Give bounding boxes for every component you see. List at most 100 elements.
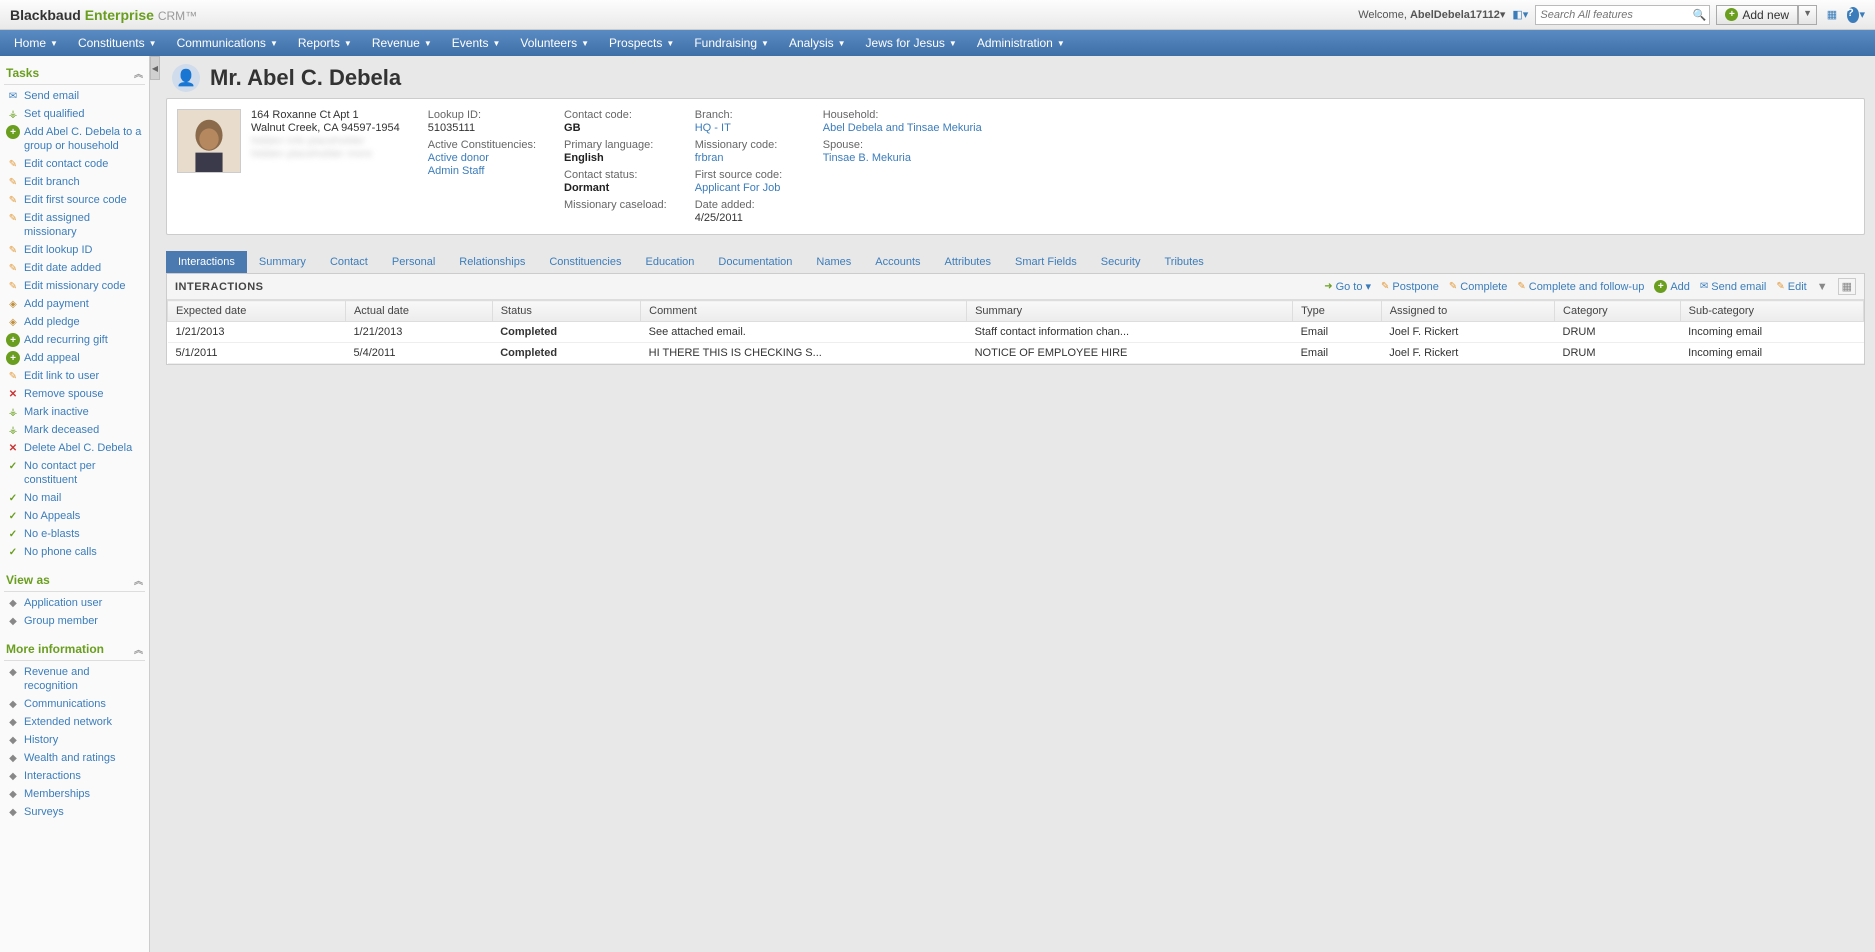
- constituency-link[interactable]: Active donor: [428, 152, 536, 164]
- sidebar-item[interactable]: ◆Extended network: [4, 713, 145, 731]
- sidebar-item[interactable]: ◆Wealth and ratings: [4, 749, 145, 767]
- tab-contact[interactable]: Contact: [318, 251, 380, 273]
- tab-constituencies[interactable]: Constituencies: [537, 251, 633, 273]
- sidebar-item[interactable]: ◆Memberships: [4, 785, 145, 803]
- sidebar-item[interactable]: ◆History: [4, 731, 145, 749]
- sidebar-item[interactable]: ✎Edit date added: [4, 259, 145, 277]
- tab-interactions[interactable]: Interactions: [166, 251, 247, 273]
- sidebar-item[interactable]: ◆Application user: [4, 594, 145, 612]
- sidebar-item[interactable]: ⚶Mark deceased: [4, 421, 145, 439]
- column-header[interactable]: Category: [1555, 301, 1681, 322]
- column-header[interactable]: Comment: [641, 301, 967, 322]
- tab-personal[interactable]: Personal: [380, 251, 447, 273]
- add-new-button[interactable]: + Add new: [1716, 5, 1798, 25]
- table-row[interactable]: 1/21/20131/21/2013CompletedSee attached …: [168, 322, 1864, 343]
- first-source-link[interactable]: Applicant For Job: [695, 182, 795, 194]
- sidebar-item[interactable]: ✕Remove spouse: [4, 385, 145, 403]
- tab-security[interactable]: Security: [1089, 251, 1153, 273]
- tab-education[interactable]: Education: [633, 251, 706, 273]
- sidebar-item[interactable]: ◈Add pledge: [4, 313, 145, 331]
- menu-administration[interactable]: Administration ▼: [967, 30, 1075, 56]
- collapse-icon[interactable]: ︽: [134, 643, 143, 656]
- sidebar-item[interactable]: +Add appeal: [4, 349, 145, 367]
- sidebar-item[interactable]: ◈Add payment: [4, 295, 145, 313]
- menu-revenue[interactable]: Revenue ▼: [362, 30, 442, 56]
- sidebar-item[interactable]: ✎Edit link to user: [4, 367, 145, 385]
- menu-fundraising[interactable]: Fundraising ▼: [684, 30, 779, 56]
- sidebar-item[interactable]: +Add recurring gift: [4, 331, 145, 349]
- moreinfo-header[interactable]: More information︽: [4, 638, 145, 661]
- help-button[interactable]: ?▾: [1847, 6, 1865, 24]
- tab-relationships[interactable]: Relationships: [447, 251, 537, 273]
- sidebar-item[interactable]: ◆Communications: [4, 695, 145, 713]
- column-header[interactable]: Status: [492, 301, 640, 322]
- shortcut-icon[interactable]: ◧▾: [1511, 6, 1529, 24]
- sidebar-item[interactable]: +Add Abel C. Debela to a group or househ…: [4, 123, 145, 155]
- add-action[interactable]: +Add: [1654, 280, 1690, 293]
- column-header[interactable]: Sub-category: [1680, 301, 1863, 322]
- menu-prospects[interactable]: Prospects ▼: [599, 30, 684, 56]
- sidebar-item[interactable]: ✕Delete Abel C. Debela: [4, 439, 145, 457]
- column-header[interactable]: Actual date: [345, 301, 492, 322]
- sidebar-item[interactable]: ◆Group member: [4, 612, 145, 630]
- menu-constituents[interactable]: Constituents ▼: [68, 30, 167, 56]
- sidebar-item[interactable]: ✓No phone calls: [4, 543, 145, 561]
- sidebar-item[interactable]: ✎Edit first source code: [4, 191, 145, 209]
- branch-link[interactable]: HQ - IT: [695, 122, 795, 134]
- sidebar-item[interactable]: ✓No mail: [4, 489, 145, 507]
- sidebar-item[interactable]: ◆Surveys: [4, 803, 145, 821]
- edit-action[interactable]: ✎Edit: [1776, 281, 1806, 293]
- sidebar-item[interactable]: ✎Edit branch: [4, 173, 145, 191]
- sidebar-item[interactable]: ◆Revenue and recognition: [4, 663, 145, 695]
- column-header[interactable]: Expected date: [168, 301, 346, 322]
- send-email-action[interactable]: ✉Send email: [1700, 281, 1766, 293]
- menu-analysis[interactable]: Analysis ▼: [779, 30, 856, 56]
- sidebar-item[interactable]: ✉Send email: [4, 87, 145, 105]
- constituency-link[interactable]: Admin Staff: [428, 165, 536, 177]
- menu-home[interactable]: Home ▼: [4, 30, 68, 56]
- sidebar-item[interactable]: ◆Interactions: [4, 767, 145, 785]
- menu-events[interactable]: Events ▼: [442, 30, 511, 56]
- tab-attributes[interactable]: Attributes: [933, 251, 1003, 273]
- viewas-header[interactable]: View as︽: [4, 569, 145, 592]
- goto-action[interactable]: ➜Go to▾: [1324, 280, 1371, 293]
- add-new-dropdown[interactable]: ▼: [1798, 5, 1817, 25]
- sidebar-item[interactable]: ✎Edit assigned missionary: [4, 209, 145, 241]
- collapse-icon[interactable]: ︽: [134, 67, 143, 80]
- sidebar-item[interactable]: ⚶Mark inactive: [4, 403, 145, 421]
- spouse-link[interactable]: Tinsae B. Mekuria: [823, 152, 982, 164]
- sidebar-item[interactable]: ⚶Set qualified: [4, 105, 145, 123]
- menu-volunteers[interactable]: Volunteers ▼: [510, 30, 599, 56]
- page-options-icon[interactable]: ▦: [1823, 6, 1841, 24]
- tab-documentation[interactable]: Documentation: [706, 251, 804, 273]
- grid-options-icon[interactable]: ▦: [1838, 278, 1856, 295]
- sidebar-item[interactable]: ✎Edit contact code: [4, 155, 145, 173]
- menu-reports[interactable]: Reports ▼: [288, 30, 362, 56]
- tab-accounts[interactable]: Accounts: [863, 251, 932, 273]
- missionary-code-link[interactable]: frbran: [695, 152, 795, 164]
- postpone-action[interactable]: ✎Postpone: [1381, 281, 1439, 293]
- sidebar-item[interactable]: ✓No Appeals: [4, 507, 145, 525]
- tasks-header[interactable]: Tasks︽: [4, 62, 145, 85]
- sidebar-item[interactable]: ✓No e-blasts: [4, 525, 145, 543]
- sidebar-item[interactable]: ✎Edit lookup ID: [4, 241, 145, 259]
- search-input[interactable]: [1535, 5, 1710, 25]
- column-header[interactable]: Summary: [967, 301, 1293, 322]
- menu-communications[interactable]: Communications ▼: [167, 30, 288, 56]
- search-icon[interactable]: 🔍: [1693, 8, 1707, 21]
- sidebar-item[interactable]: ✎Edit missionary code: [4, 277, 145, 295]
- filter-icon[interactable]: ▼: [1817, 281, 1828, 293]
- menu-jews-for-jesus[interactable]: Jews for Jesus ▼: [856, 30, 967, 56]
- complete-followup-action[interactable]: ✎Complete and follow-up: [1517, 281, 1644, 293]
- complete-action[interactable]: ✎Complete: [1449, 281, 1507, 293]
- column-header[interactable]: Type: [1293, 301, 1382, 322]
- tab-names[interactable]: Names: [804, 251, 863, 273]
- household-link[interactable]: Abel Debela and Tinsae Mekuria: [823, 122, 982, 134]
- table-row[interactable]: 5/1/20115/4/2011CompletedHI THERE THIS I…: [168, 343, 1864, 364]
- tab-summary[interactable]: Summary: [247, 251, 318, 273]
- collapse-icon[interactable]: ︽: [134, 574, 143, 587]
- sidebar-collapse-handle[interactable]: ◀: [150, 56, 160, 80]
- tab-smart-fields[interactable]: Smart Fields: [1003, 251, 1089, 273]
- tab-tributes[interactable]: Tributes: [1152, 251, 1215, 273]
- column-header[interactable]: Assigned to: [1381, 301, 1554, 322]
